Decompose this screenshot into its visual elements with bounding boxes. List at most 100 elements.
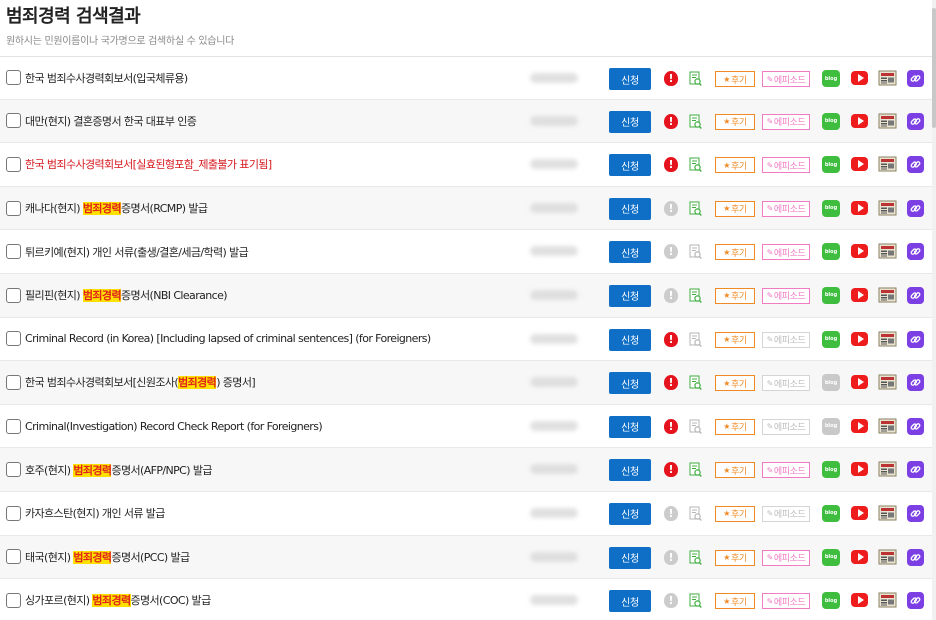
- episode-button[interactable]: ✎ 에피소드: [762, 593, 810, 610]
- warning-icon[interactable]: !: [664, 244, 678, 260]
- review-button[interactable]: ★ 후기: [715, 287, 755, 304]
- apply-button[interactable]: 신청: [609, 284, 651, 307]
- news-icon[interactable]: [878, 242, 897, 260]
- blog-icon[interactable]: blog: [822, 374, 840, 392]
- episode-button[interactable]: ✎ 에피소드: [762, 375, 810, 392]
- blog-icon[interactable]: blog: [822, 592, 840, 610]
- item-title[interactable]: 호주(현지) 범죄경력증명서(AFP/NPC) 발급: [25, 462, 525, 478]
- item-title[interactable]: Criminal(Investigation) Record Check Rep…: [25, 420, 525, 433]
- blog-icon[interactable]: blog: [822, 461, 840, 479]
- item-title[interactable]: 싱가포르(현지) 범죄경력증명서(COC) 발급: [25, 592, 525, 608]
- link-icon[interactable]: [907, 330, 924, 348]
- document-search-icon[interactable]: [689, 506, 702, 522]
- link-icon[interactable]: [907, 592, 924, 610]
- row-checkbox[interactable]: [6, 200, 21, 216]
- review-button[interactable]: ★ 후기: [715, 418, 755, 435]
- blog-icon[interactable]: blog: [822, 112, 840, 130]
- document-search-icon[interactable]: [689, 332, 702, 348]
- item-title[interactable]: 대만(현지) 결혼증명서 한국 대표부 인증: [25, 113, 525, 129]
- apply-button[interactable]: 신청: [609, 154, 651, 177]
- item-title[interactable]: 캐나다(현지) 범죄경력증명서(RCMP) 발급: [25, 200, 525, 216]
- blog-icon[interactable]: blog: [822, 243, 840, 261]
- episode-button[interactable]: ✎ 에피소드: [762, 287, 810, 304]
- youtube-icon[interactable]: [851, 113, 868, 128]
- blog-icon[interactable]: blog: [822, 70, 840, 87]
- warning-icon[interactable]: !: [664, 157, 678, 173]
- document-search-icon[interactable]: [689, 71, 702, 87]
- youtube-icon[interactable]: [851, 71, 868, 85]
- document-search-icon[interactable]: [689, 462, 702, 478]
- row-checkbox[interactable]: [6, 331, 21, 347]
- row-checkbox[interactable]: [6, 113, 21, 129]
- row-checkbox[interactable]: [6, 244, 21, 260]
- episode-button[interactable]: ✎ 에피소드: [762, 71, 810, 87]
- review-button[interactable]: ★ 후기: [715, 462, 755, 479]
- review-button[interactable]: ★ 후기: [715, 113, 755, 130]
- warning-icon[interactable]: !: [664, 462, 678, 478]
- row-checkbox[interactable]: [6, 505, 21, 521]
- apply-button[interactable]: 신청: [609, 110, 651, 133]
- document-search-icon[interactable]: [689, 593, 702, 609]
- row-checkbox[interactable]: [6, 70, 21, 86]
- warning-icon[interactable]: !: [664, 71, 678, 86]
- row-checkbox[interactable]: [6, 418, 21, 434]
- warning-icon[interactable]: !: [664, 505, 678, 521]
- link-icon[interactable]: [907, 286, 924, 304]
- review-button[interactable]: ★ 후기: [715, 244, 755, 261]
- news-icon[interactable]: [878, 155, 897, 173]
- episode-button[interactable]: ✎ 에피소드: [762, 200, 810, 217]
- link-icon[interactable]: [907, 504, 924, 522]
- document-search-icon[interactable]: [689, 288, 702, 304]
- warning-icon[interactable]: !: [664, 375, 678, 391]
- review-button[interactable]: ★ 후기: [715, 157, 755, 174]
- review-button[interactable]: ★ 후기: [715, 331, 755, 348]
- warning-icon[interactable]: !: [664, 331, 678, 347]
- warning-icon[interactable]: !: [664, 549, 678, 565]
- warning-icon[interactable]: !: [664, 593, 678, 609]
- link-icon[interactable]: [907, 199, 924, 217]
- link-icon[interactable]: [907, 112, 924, 130]
- apply-button[interactable]: 신청: [609, 459, 651, 482]
- news-icon[interactable]: [878, 112, 897, 130]
- episode-button[interactable]: ✎ 에피소드: [762, 505, 810, 522]
- apply-button[interactable]: 신청: [609, 372, 651, 395]
- blog-icon[interactable]: blog: [822, 417, 840, 435]
- episode-button[interactable]: ✎ 에피소드: [762, 113, 810, 130]
- link-icon[interactable]: [907, 417, 924, 435]
- link-icon[interactable]: [907, 243, 924, 261]
- row-checkbox[interactable]: [6, 156, 21, 172]
- link-icon[interactable]: [907, 70, 924, 87]
- episode-button[interactable]: ✎ 에피소드: [762, 244, 810, 261]
- apply-button[interactable]: 신청: [609, 502, 651, 525]
- item-title[interactable]: Criminal Record (in Korea) [Including la…: [25, 332, 525, 345]
- document-search-icon[interactable]: [689, 114, 702, 130]
- row-checkbox[interactable]: [6, 462, 21, 478]
- episode-button[interactable]: ✎ 에피소드: [762, 157, 810, 174]
- link-icon[interactable]: [907, 156, 924, 174]
- episode-button[interactable]: ✎ 에피소드: [762, 462, 810, 479]
- warning-icon[interactable]: !: [664, 287, 678, 303]
- blog-icon[interactable]: blog: [822, 548, 840, 566]
- apply-button[interactable]: 신청: [609, 546, 651, 569]
- news-icon[interactable]: [878, 504, 897, 522]
- apply-button[interactable]: 신청: [609, 328, 651, 351]
- document-search-icon[interactable]: [689, 550, 702, 566]
- blog-icon[interactable]: blog: [822, 156, 840, 174]
- review-button[interactable]: ★ 후기: [715, 505, 755, 522]
- document-search-icon[interactable]: [689, 419, 702, 435]
- apply-button[interactable]: 신청: [609, 590, 651, 613]
- document-search-icon[interactable]: [689, 157, 702, 173]
- youtube-icon[interactable]: [851, 549, 868, 564]
- youtube-icon[interactable]: [851, 287, 868, 302]
- scrollbar-thumb[interactable]: [932, 8, 936, 128]
- item-title[interactable]: 필리핀(현지) 범죄경력증명서(NBI Clearance): [25, 287, 525, 303]
- youtube-icon[interactable]: [851, 505, 868, 520]
- warning-icon[interactable]: !: [664, 113, 678, 129]
- row-checkbox[interactable]: [6, 287, 21, 303]
- review-button[interactable]: ★ 후기: [715, 593, 755, 610]
- news-icon[interactable]: [878, 460, 897, 478]
- youtube-icon[interactable]: [851, 462, 868, 477]
- item-title[interactable]: 태국(현지) 범죄경력증명서(PCC) 발급: [25, 549, 525, 565]
- news-icon[interactable]: [878, 591, 897, 609]
- item-title[interactable]: 한국 범죄수사경력회보서(입국체류용): [25, 70, 525, 86]
